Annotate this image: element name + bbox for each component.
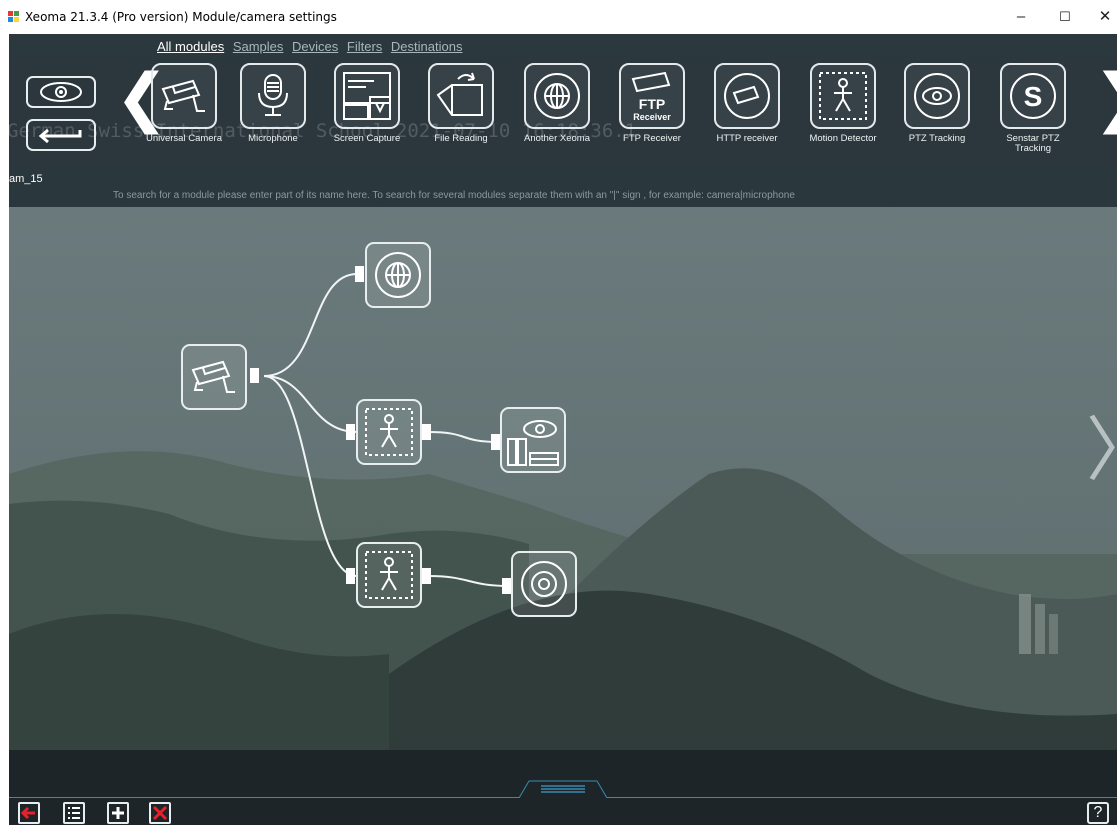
port-motion-2-out <box>422 568 431 584</box>
exit-button[interactable] <box>18 802 40 824</box>
port-preview-in <box>491 434 500 450</box>
http-upload-node[interactable] <box>511 551 577 617</box>
motion-detector-icon <box>365 551 413 599</box>
preview-archive-icon <box>507 420 559 466</box>
window-title: Xeoma 21.3.4 (Pro version) Module/camera… <box>25 10 337 24</box>
minimize-button[interactable]: – <box>1007 6 1035 28</box>
link-camera-to-xeoma <box>263 273 358 377</box>
graph-next-chevron[interactable]: 〉 <box>1086 394 1117 495</box>
link-motion-2-to-http <box>428 575 510 587</box>
plus-icon <box>112 807 124 819</box>
red-arrow-left-icon <box>20 806 35 820</box>
panel-handle-icon[interactable] <box>519 780 607 798</box>
port-camera-out <box>250 368 259 383</box>
delete-button[interactable] <box>149 802 171 824</box>
link-motion-1-to-preview <box>428 431 500 443</box>
red-x-icon <box>152 805 168 821</box>
motion-detector-node-1[interactable] <box>356 399 422 465</box>
add-button[interactable] <box>107 802 129 824</box>
another-xeoma-icon <box>375 252 421 298</box>
list-icon <box>68 807 80 819</box>
module-graph-links <box>250 266 511 594</box>
maximize-button[interactable]: ☐ <box>1051 6 1079 28</box>
xeoma-logo-icon <box>8 11 19 22</box>
list-button[interactable] <box>63 802 85 824</box>
port-http-in <box>502 578 511 594</box>
http-upload-icon <box>521 561 567 607</box>
title-bar: Xeoma 21.3.4 (Pro version) Module/camera… <box>0 0 1117 34</box>
app-frame: All modules Samples Devices Filters Dest… <box>9 34 1117 825</box>
motion-detector-icon <box>365 408 413 456</box>
another-xeoma-node[interactable] <box>365 242 431 308</box>
universal-camera-node[interactable] <box>181 344 247 410</box>
camera-icon <box>191 360 235 393</box>
port-xeoma-in <box>355 266 364 282</box>
close-button[interactable]: ✕ <box>1091 6 1117 28</box>
motion-detector-node-2[interactable] <box>356 542 422 608</box>
help-button[interactable]: ? <box>1087 802 1109 824</box>
preview-archive-node[interactable] <box>500 407 566 473</box>
port-motion-1-out <box>422 424 431 440</box>
port-motion-2-in <box>346 568 355 584</box>
port-motion-1-in <box>346 424 355 440</box>
